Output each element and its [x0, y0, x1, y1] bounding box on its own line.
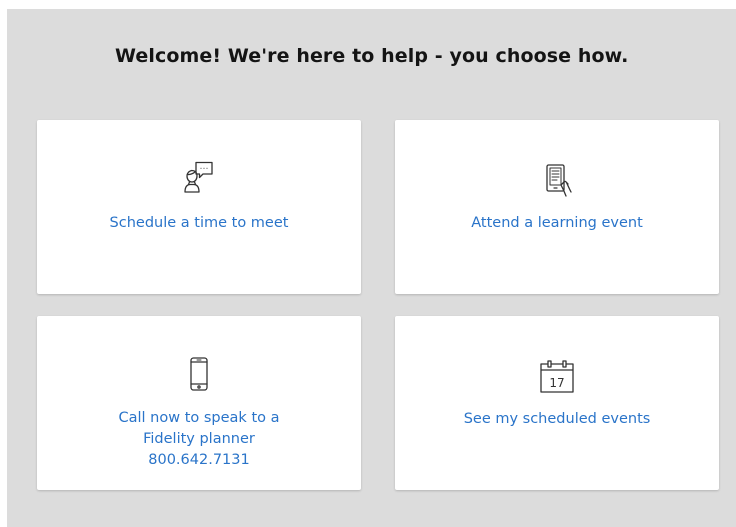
ebook-tablet-icon [546, 164, 572, 197]
call-planner-label: Call now to speak to a Fidelity planner … [37, 408, 361, 471]
label-line: Fidelity planner [143, 431, 255, 447]
calendar-day: 17 [549, 376, 564, 390]
label-line: Schedule a time to meet [109, 215, 289, 231]
person-chat-icon [184, 161, 213, 193]
page-heading: Welcome! We're here to help - you choose… [115, 45, 629, 67]
calendar-icon: 17 [540, 360, 574, 393]
scheduled-events-card[interactable]: 17 See my scheduled events [395, 316, 719, 490]
scheduled-events-label: See my scheduled events [395, 409, 719, 430]
call-planner-card[interactable]: Call now to speak to a Fidelity planner … [37, 316, 361, 490]
learning-event-label: Attend a learning event [395, 213, 719, 234]
phone-icon [190, 357, 208, 391]
schedule-meeting-card[interactable]: Schedule a time to meet [37, 120, 361, 294]
schedule-meeting-label: Schedule a time to meet [37, 213, 361, 234]
label-line: Call now to speak to a [118, 410, 280, 426]
phone-number[interactable]: 800.642.7131 [37, 450, 361, 471]
learning-event-card[interactable]: Attend a learning event [395, 120, 719, 294]
label-line: Attend a learning event [471, 215, 643, 231]
label-line: See my scheduled events [463, 411, 651, 427]
